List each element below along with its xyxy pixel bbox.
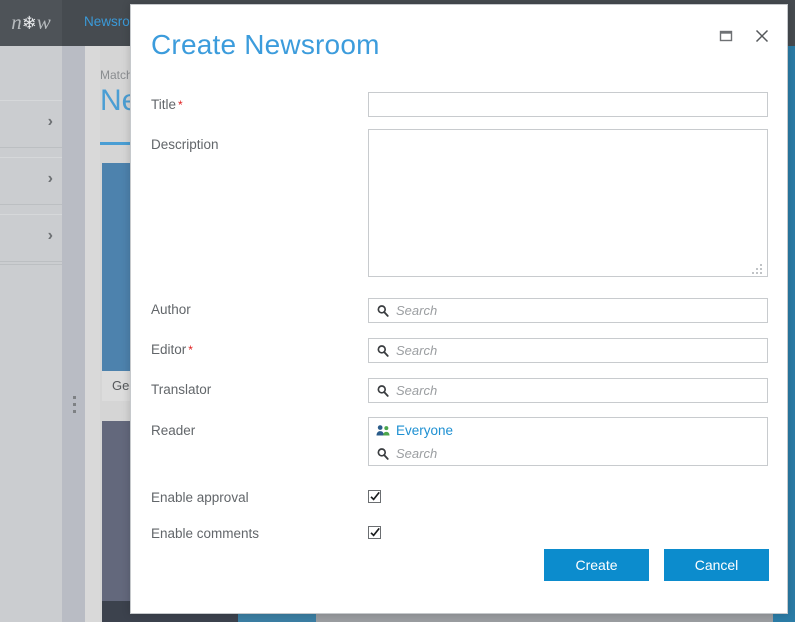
dot bbox=[72, 403, 76, 406]
search-icon bbox=[377, 447, 389, 460]
label-description: Description bbox=[151, 137, 219, 152]
reader-chip-everyone[interactable]: Everyone bbox=[369, 418, 767, 442]
chevron-right-icon: › bbox=[47, 227, 53, 244]
editor-picker[interactable]: Search bbox=[368, 338, 768, 363]
label-title-text: Title bbox=[151, 97, 177, 112]
label-reader: Reader bbox=[151, 423, 196, 438]
label-editor: Editor * bbox=[151, 342, 193, 357]
dot bbox=[72, 396, 76, 399]
label-enable-approval: Enable approval bbox=[151, 490, 249, 505]
label-author: Author bbox=[151, 302, 191, 317]
sidebar-divider bbox=[0, 264, 62, 265]
author-search-placeholder: Search bbox=[396, 303, 438, 318]
search-icon bbox=[377, 304, 389, 317]
required-marker: * bbox=[188, 343, 193, 357]
check-icon bbox=[370, 527, 380, 537]
reader-search-row[interactable]: Search bbox=[369, 442, 767, 465]
people-icon bbox=[376, 424, 390, 435]
check-icon bbox=[370, 491, 380, 501]
background-breadcrumb: Match bbox=[100, 68, 133, 82]
editor-search-placeholder: Search bbox=[396, 343, 438, 358]
sidebar-item-2[interactable]: › bbox=[0, 157, 62, 205]
title-input[interactable] bbox=[368, 92, 768, 117]
author-search-row[interactable]: Search bbox=[369, 299, 767, 322]
search-icon bbox=[377, 344, 389, 357]
reader-picker[interactable]: Everyone Search bbox=[368, 417, 768, 466]
reader-search-placeholder: Search bbox=[396, 446, 438, 461]
search-icon bbox=[377, 384, 389, 397]
description-textarea[interactable] bbox=[368, 129, 768, 277]
sidebar-item-1[interactable]: › bbox=[0, 100, 62, 148]
create-newsroom-dialog: Create Newsroom Title * Description Autho… bbox=[130, 4, 788, 614]
label-editor-text: Editor bbox=[151, 342, 187, 357]
panel-drag-handle[interactable] bbox=[63, 396, 85, 426]
sidebar-item-3[interactable]: › bbox=[0, 214, 62, 262]
enable-comments-checkbox[interactable] bbox=[368, 526, 381, 539]
snowflake-icon: ❄ bbox=[21, 13, 37, 33]
enable-approval-checkbox[interactable] bbox=[368, 490, 381, 503]
translator-picker[interactable]: Search bbox=[368, 378, 768, 403]
reader-chip-label: Everyone bbox=[396, 422, 454, 438]
author-picker[interactable]: Search bbox=[368, 298, 768, 323]
translator-search-placeholder: Search bbox=[396, 383, 438, 398]
cancel-button[interactable]: Cancel bbox=[664, 549, 769, 581]
background-sidebar: › › › bbox=[0, 46, 62, 622]
dot bbox=[72, 410, 76, 413]
maximize-icon[interactable] bbox=[715, 25, 737, 47]
dialog-title: Create Newsroom bbox=[151, 29, 380, 60]
chevron-right-icon: › bbox=[47, 170, 53, 187]
label-translator: Translator bbox=[151, 382, 212, 397]
translator-search-row[interactable]: Search bbox=[369, 379, 767, 402]
logo-left: n bbox=[11, 10, 22, 34]
close-icon[interactable] bbox=[751, 25, 773, 47]
app-logo: n❄w bbox=[0, 10, 62, 35]
required-marker: * bbox=[178, 98, 183, 112]
label-enable-comments: Enable comments bbox=[151, 526, 260, 541]
chevron-right-icon: › bbox=[47, 113, 53, 130]
label-title: Title * bbox=[151, 97, 183, 112]
logo-right: w bbox=[36, 10, 51, 34]
create-button[interactable]: Create bbox=[544, 549, 649, 581]
editor-search-row[interactable]: Search bbox=[369, 339, 767, 362]
